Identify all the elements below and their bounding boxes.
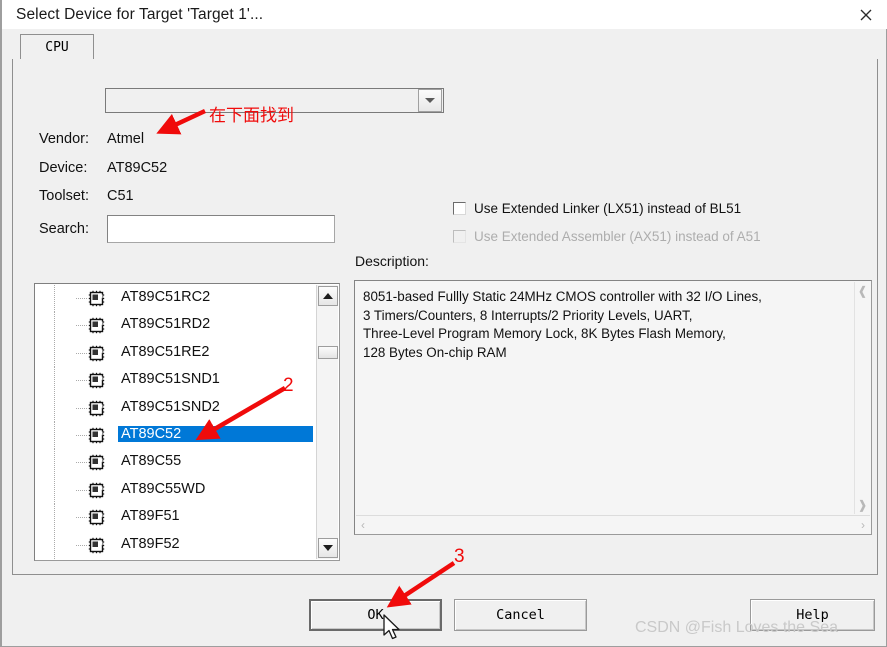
search-field[interactable]	[107, 215, 335, 243]
use-extended-linker-label: Use Extended Linker (LX51) instead of BL…	[474, 201, 742, 216]
tree-line	[54, 394, 55, 422]
use-extended-assembler-checkbox	[453, 230, 466, 243]
device-list-item[interactable]: AT89C51RD2	[36, 312, 316, 340]
chip-icon	[88, 454, 105, 471]
device-list-item-label: AT89C51SND2	[121, 398, 220, 415]
use-extended-linker-checkbox-row[interactable]: Use Extended Linker (LX51) instead of BL…	[453, 201, 741, 216]
tree-branch	[76, 298, 88, 299]
tree-branch	[76, 462, 88, 464]
vendor-combo[interactable]	[105, 88, 444, 113]
device-list-item-label: AT89C51RD2	[121, 316, 211, 333]
device-list-item[interactable]: AT89C51RC2	[36, 285, 316, 313]
device-list-item[interactable]: AT89C55WD	[36, 476, 316, 505]
title-bar: Select Device for Target 'Target 1'...	[2, 0, 887, 29]
tree-line	[54, 421, 55, 450]
device-list-item-label: AT89C55	[121, 453, 182, 470]
tree-line	[54, 339, 55, 368]
chevron-down-icon[interactable]	[418, 89, 442, 112]
scroll-right-icon[interactable]: ›	[856, 519, 870, 531]
tab-strip: CPU	[12, 34, 878, 60]
device-list-item-label: AT89C51RC2	[121, 289, 211, 305]
cancel-button-label: Cancel	[496, 607, 545, 623]
tree-line	[54, 449, 55, 477]
chip-icon	[88, 345, 105, 362]
device-list-item[interactable]: AT89F52	[36, 531, 316, 559]
description-box: 8051-based Fullly Static 24MHz CMOS cont…	[354, 280, 872, 535]
device-list-item-label: AT89F51	[121, 508, 180, 525]
select-device-dialog: Select Device for Target 'Target 1'... C…	[0, 0, 887, 647]
use-extended-assembler-checkbox-row: Use Extended Assembler (AX51) instead of…	[453, 229, 761, 244]
device-list-scrollbar[interactable]	[316, 285, 338, 559]
tree-branch	[76, 352, 88, 354]
tree-branch	[76, 407, 88, 409]
device-list-item-label: AT89C51RE2	[121, 343, 210, 360]
window-title: Select Device for Target 'Target 1'...	[16, 5, 264, 23]
tree-branch	[76, 517, 88, 519]
device-list-item[interactable]: AT89C55	[36, 449, 316, 477]
cancel-button[interactable]: Cancel	[454, 599, 587, 631]
search-label: Search:	[39, 221, 89, 237]
device-list-item-label: AT89F52	[121, 535, 180, 552]
vendor-label: Vendor:	[39, 131, 89, 147]
device-value: AT89C52	[107, 160, 168, 176]
chip-icon	[88, 537, 105, 554]
device-list[interactable]: AT89C51RC2 AT89C51RD2 AT89C51RE2 AT89C51SND…	[34, 283, 340, 561]
use-extended-linker-checkbox[interactable]	[453, 202, 466, 215]
chip-icon	[88, 290, 105, 307]
tree-line	[54, 367, 55, 395]
device-list-item-label: AT89C52	[118, 425, 313, 442]
tab-cpu-label: CPU	[45, 40, 69, 55]
device-list-item[interactable]: AT89C51SND2	[36, 394, 316, 422]
description-label: Description:	[355, 253, 429, 269]
chip-icon	[88, 400, 105, 417]
chip-icon	[88, 427, 105, 444]
device-list-items[interactable]: AT89C51RC2 AT89C51RD2 AT89C51RE2 AT89C51SND…	[36, 285, 316, 559]
device-list-item[interactable]: AT89C52	[36, 421, 316, 450]
description-horizontal-scrollbar[interactable]: ‹ ›	[356, 515, 870, 533]
scroll-up-icon[interactable]: ❰	[857, 282, 867, 300]
tree-line	[54, 312, 55, 340]
tree-branch	[76, 434, 88, 436]
use-extended-assembler-label: Use Extended Assembler (AX51) instead of…	[474, 229, 761, 244]
scroll-down-arrow-icon[interactable]	[318, 538, 338, 558]
chip-icon	[88, 317, 105, 334]
device-list-item-label: AT89C55WD	[121, 480, 206, 497]
description-vertical-scrollbar[interactable]: ❰ ❱	[854, 282, 870, 514]
toolset-label: Toolset:	[39, 188, 89, 204]
search-input[interactable]	[108, 216, 334, 242]
scroll-up-arrow-icon[interactable]	[318, 286, 338, 306]
tree-branch	[76, 544, 88, 546]
description-content: 8051-based Fullly Static 24MHz CMOS cont…	[357, 283, 853, 511]
tree-line	[54, 504, 55, 532]
device-label: Device:	[39, 160, 88, 176]
device-list-item[interactable]: AT89C51RE2	[36, 339, 316, 368]
device-list-item[interactable]: AT89C51SND1	[36, 367, 316, 395]
chip-icon	[88, 482, 105, 499]
scroll-left-icon[interactable]: ‹	[356, 519, 370, 531]
tree-line	[54, 285, 55, 313]
tree-branch	[76, 380, 88, 382]
tree-line	[54, 476, 55, 505]
help-button[interactable]: Help	[750, 599, 875, 631]
chip-icon	[88, 372, 105, 389]
tree-line	[54, 531, 55, 559]
toolset-value: C51	[107, 188, 134, 204]
ok-button-label: OK	[367, 607, 384, 623]
description-text: 8051-based Fullly Static 24MHz CMOS cont…	[363, 289, 762, 360]
scrollbar-thumb[interactable]	[318, 346, 338, 359]
device-list-item[interactable]: AT89F51	[36, 504, 316, 532]
tree-branch	[76, 489, 88, 491]
tab-cpu[interactable]: CPU	[20, 34, 94, 60]
vendor-value: Atmel	[107, 131, 145, 147]
help-button-label: Help	[796, 607, 829, 623]
chip-icon	[88, 509, 105, 526]
close-icon[interactable]	[843, 0, 887, 29]
device-list-item-label: AT89C51SND1	[121, 371, 220, 388]
ok-button[interactable]: OK	[309, 599, 442, 631]
scroll-down-icon[interactable]: ❱	[857, 496, 867, 514]
tree-branch	[76, 325, 88, 327]
